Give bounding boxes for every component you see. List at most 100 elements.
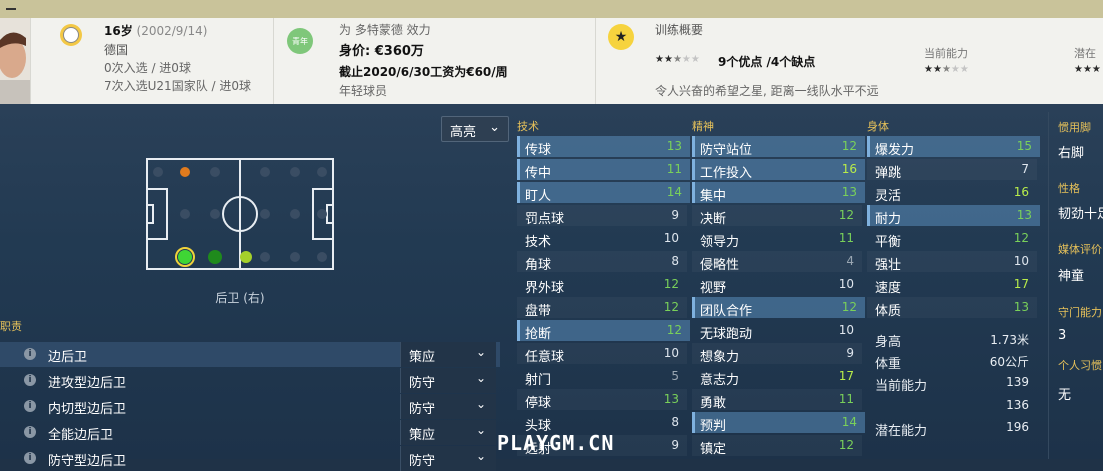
attribute-label: 射门 bbox=[525, 373, 552, 388]
attribute-row[interactable]: 速度 17 bbox=[867, 274, 1037, 296]
attribute-row[interactable]: 传球 13 bbox=[517, 136, 690, 158]
duty-select[interactable]: 策应 ⌄ bbox=[400, 420, 496, 445]
attribute-row[interactable]: 盘带 12 bbox=[517, 297, 687, 319]
attribute-row[interactable]: 无球跑动 10 bbox=[692, 320, 862, 342]
attribute-row[interactable]: 强壮 10 bbox=[867, 251, 1037, 273]
attribute-label: 角球 bbox=[525, 258, 552, 273]
attribute-row[interactable]: 停球 13 bbox=[517, 389, 687, 411]
attribute-row[interactable]: 灵活 16 bbox=[867, 182, 1037, 204]
weight-value: 60公斤 bbox=[989, 355, 1029, 369]
attribute-label: 强壮 bbox=[875, 258, 902, 273]
squad-status: 年轻球员 bbox=[339, 84, 388, 98]
attribute-row[interactable]: 镇定 12 bbox=[692, 435, 862, 457]
highlight-select[interactable]: 高亮 ⌄ bbox=[441, 116, 509, 142]
attribute-row[interactable]: 头球 8 bbox=[517, 412, 687, 434]
attribute-label: 集中 bbox=[700, 189, 727, 204]
info-icon[interactable]: i bbox=[24, 374, 36, 386]
player-dob: (2002/9/14) bbox=[136, 24, 208, 38]
attribute-row[interactable]: 任意球 10 bbox=[517, 343, 687, 365]
role-row[interactable]: i 内切型边后卫 防守 ⌄ bbox=[0, 394, 500, 419]
attribute-value: 10 bbox=[838, 277, 854, 291]
attribute-row[interactable]: 体质 13 bbox=[867, 297, 1037, 319]
player-nation[interactable]: 德国 bbox=[104, 41, 128, 58]
attribute-value: 12 bbox=[666, 323, 682, 337]
attribute-row[interactable]: 防守站位 12 bbox=[692, 136, 865, 158]
attribute-row[interactable]: 视野 10 bbox=[692, 274, 862, 296]
menu-dash-icon[interactable] bbox=[6, 8, 16, 10]
attribute-row[interactable]: 爆发力 15 bbox=[867, 136, 1040, 158]
attribute-value: 8 bbox=[671, 254, 679, 268]
attribute-label: 罚点球 bbox=[525, 212, 565, 227]
attribute-value: 13 bbox=[1013, 300, 1029, 314]
attribute-label: 领导力 bbox=[700, 235, 740, 250]
attribute-row[interactable]: 盯人 14 bbox=[517, 182, 690, 204]
attribute-value: 14 bbox=[666, 185, 682, 199]
attribute-label: 界外球 bbox=[525, 281, 565, 296]
personality-label: 性格 bbox=[1058, 182, 1080, 195]
attribute-row[interactable]: 弹跳 7 bbox=[867, 159, 1037, 181]
attribute-row[interactable]: 角球 8 bbox=[517, 251, 687, 273]
attribute-label: 体质 bbox=[875, 304, 902, 319]
chevron-down-icon: ⌄ bbox=[475, 423, 486, 437]
role-row[interactable]: i 进攻型边后卫 防守 ⌄ bbox=[0, 368, 500, 393]
info-icon[interactable]: i bbox=[24, 348, 36, 360]
attribute-row[interactable]: 决断 12 bbox=[692, 205, 862, 227]
player-portrait bbox=[0, 18, 30, 104]
attribute-row[interactable]: 意志力 17 bbox=[692, 366, 862, 388]
attribute-label: 爆发力 bbox=[875, 143, 915, 158]
role-row[interactable]: i 边后卫 策应 ⌄ bbox=[0, 342, 500, 367]
attribute-row[interactable]: 侵略性 4 bbox=[692, 251, 862, 273]
chevron-down-icon: ⌄ bbox=[475, 345, 486, 359]
attribute-row[interactable]: 罚点球 9 bbox=[517, 205, 687, 227]
info-icon[interactable]: i bbox=[24, 400, 36, 412]
current-ability-label: 当前能力 bbox=[924, 47, 968, 60]
attribute-value: 16 bbox=[1013, 185, 1029, 199]
attribute-row[interactable]: 界外球 12 bbox=[517, 274, 687, 296]
height-label: 身高 bbox=[875, 335, 902, 350]
duty-select[interactable]: 策应 ⌄ bbox=[400, 342, 496, 367]
current-ability-value-alt: 136 bbox=[1006, 398, 1029, 412]
attribute-value: 11 bbox=[666, 162, 682, 176]
attribute-row[interactable]: 团队合作 12 bbox=[692, 297, 865, 319]
duty-value: 策应 bbox=[409, 350, 436, 365]
attribute-row[interactable]: 平衡 12 bbox=[867, 228, 1037, 250]
attribute-row[interactable]: 工作投入 16 bbox=[692, 159, 865, 181]
attribute-row[interactable]: 传中 11 bbox=[517, 159, 690, 181]
info-icon[interactable]: i bbox=[24, 452, 36, 464]
duty-value: 防守 bbox=[409, 376, 436, 391]
potential-stars: ★★★ bbox=[1074, 64, 1101, 75]
attribute-row[interactable]: 预判 14 bbox=[692, 412, 865, 434]
duty-select[interactable]: 防守 ⌄ bbox=[400, 368, 496, 393]
attribute-row[interactable]: 抢断 12 bbox=[517, 320, 690, 342]
training-stars: ★★★★★ bbox=[655, 54, 700, 65]
attribute-row[interactable]: 勇敢 11 bbox=[692, 389, 862, 411]
attribute-label: 耐力 bbox=[875, 212, 902, 227]
attribute-label: 勇敢 bbox=[700, 396, 727, 411]
attribute-value: 13 bbox=[1016, 208, 1032, 222]
attribute-row[interactable]: 耐力 13 bbox=[867, 205, 1040, 227]
attribute-label: 停球 bbox=[525, 396, 552, 411]
attribute-label: 平衡 bbox=[875, 235, 902, 250]
attribute-label: 侵略性 bbox=[700, 258, 740, 273]
attribute-row[interactable]: 集中 13 bbox=[692, 182, 865, 204]
role-row[interactable]: i 全能边后卫 策应 ⌄ bbox=[0, 420, 500, 445]
info-icon[interactable]: i bbox=[24, 426, 36, 438]
attribute-row[interactable]: 射门 5 bbox=[517, 366, 687, 388]
technical-attributes: 传球 13 传中 11 盯人 14 罚点球 9 技术 10 角球 8 界外球 12 盘带 12 抢断 12 任意球 1… bbox=[517, 136, 690, 459]
federation-badge-icon bbox=[60, 24, 82, 46]
attribute-row[interactable]: 领导力 11 bbox=[692, 228, 862, 250]
training-title: 训练概要 bbox=[655, 23, 704, 37]
duty-select[interactable]: 防守 ⌄ bbox=[400, 394, 496, 419]
attribute-label: 灵活 bbox=[875, 189, 902, 204]
attribute-label: 盘带 bbox=[525, 304, 552, 319]
attribute-row[interactable]: 想象力 9 bbox=[692, 343, 862, 365]
training-note: 令人兴奋的希望之星, 距离一线队水平不远 bbox=[655, 84, 879, 98]
attribute-label: 无球跑动 bbox=[700, 327, 753, 342]
u21-caps: 7次入选U21国家队 / 进0球 bbox=[104, 79, 251, 93]
roles-list: i 边后卫 策应 ⌄ i 进攻型边后卫 防守 ⌄ i 内切型边后卫 防守 ⌄ i 全能… bbox=[0, 342, 500, 471]
attribute-row[interactable]: 技术 10 bbox=[517, 228, 687, 250]
attribute-label: 视野 bbox=[700, 281, 727, 296]
club-line[interactable]: 为 多特蒙德 效力 bbox=[339, 21, 431, 38]
attribute-value: 9 bbox=[671, 438, 679, 452]
attribute-value: 13 bbox=[663, 392, 679, 406]
